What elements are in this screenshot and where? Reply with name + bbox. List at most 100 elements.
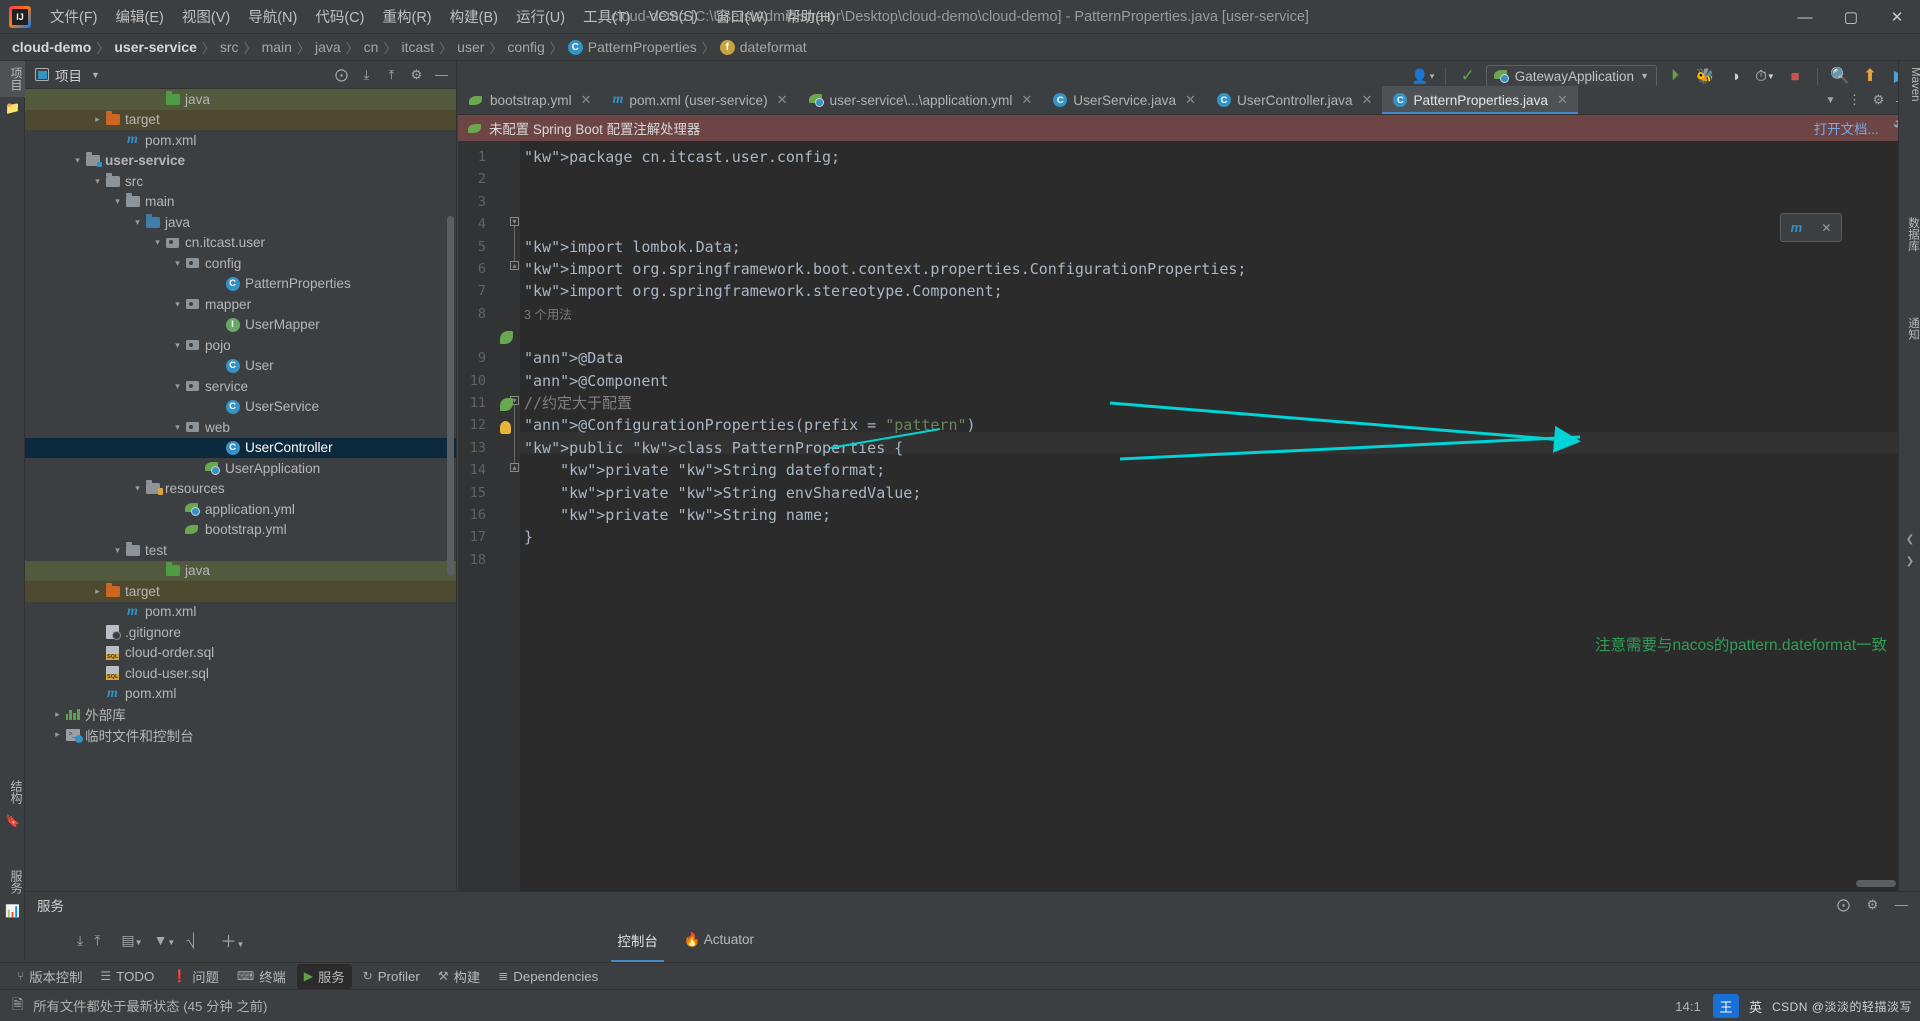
code-line-11[interactable]: //约定大于配置 bbox=[524, 392, 632, 414]
maximize-button[interactable]: ▢ bbox=[1828, 0, 1874, 34]
tree-node-usermapper[interactable]: I UserMapper bbox=[25, 315, 456, 336]
tool-window-notifications[interactable]: 通知 bbox=[1899, 311, 1920, 346]
tree-node-cloud-user-sql[interactable]: cloud-user.sql bbox=[25, 663, 456, 684]
usage-inlay-hint[interactable]: 3 个用法 bbox=[524, 304, 572, 326]
code-line-13[interactable]: "kw">public "kw">class PatternProperties… bbox=[524, 437, 903, 459]
code-line-10[interactable]: "ann">@Component bbox=[524, 370, 669, 392]
tree-node-usercontroller[interactable]: C UserController bbox=[25, 437, 456, 458]
tool-button-version-control[interactable]: ⑂ 版本控制 bbox=[10, 964, 89, 989]
stop-icon[interactable]: ■ bbox=[1783, 65, 1807, 87]
chevron-down-icon[interactable]: ▾ bbox=[91, 176, 104, 187]
menu-view[interactable]: 视图(V) bbox=[173, 2, 239, 31]
editor-tab-userservice-java[interactable]: C UserService.java ✕ bbox=[1042, 86, 1206, 114]
menu-window[interactable]: 窗口(W) bbox=[707, 2, 777, 31]
breadcrumb-item-user-service[interactable]: user-service bbox=[114, 39, 197, 55]
run-configuration-selector[interactable]: GatewayApplication ▼ bbox=[1485, 64, 1657, 88]
menu-build[interactable]: 构建(B) bbox=[441, 2, 507, 31]
tree-node-pom-xml[interactable]: m pom.xml bbox=[25, 684, 456, 705]
tool-window-database[interactable]: 数据库 bbox=[1899, 211, 1920, 258]
code-line-6[interactable]: "kw">import org.springframework.boot.con… bbox=[524, 258, 1246, 280]
chevron-down-icon[interactable]: ▾ bbox=[171, 422, 184, 433]
chevron-down-icon[interactable]: ▾ bbox=[151, 237, 164, 248]
tree-node-cn-itcast-user[interactable]: ▾ cn.itcast.user bbox=[25, 233, 456, 254]
profiler-icon[interactable]: ⏱ ▼ bbox=[1753, 65, 1777, 87]
update-project-icon[interactable]: ⬆ bbox=[1858, 65, 1882, 87]
tree-node-cloud-order-sql[interactable]: cloud-order.sql bbox=[25, 643, 456, 664]
chevron-down-icon[interactable]: ▾ bbox=[131, 217, 144, 228]
chevron-down-icon[interactable]: ▾ bbox=[171, 258, 184, 269]
chevron-down-icon[interactable]: ▼ bbox=[1822, 95, 1839, 106]
menu-file[interactable]: 文件(F) bbox=[41, 2, 107, 31]
menu-refactor[interactable]: 重构(R) bbox=[373, 2, 440, 31]
maven-hint-icon[interactable]: m bbox=[1791, 220, 1803, 235]
tree-node-target[interactable]: ▸ target bbox=[25, 581, 456, 602]
chevron-down-icon[interactable]: ▾ bbox=[111, 545, 124, 556]
chevron-right-icon[interactable]: ▸ bbox=[91, 586, 104, 597]
tree-node-userapplication[interactable]: UserApplication bbox=[25, 458, 456, 479]
menu-code[interactable]: 代码(C) bbox=[306, 2, 373, 31]
caret-position[interactable]: 14:1 bbox=[1675, 999, 1701, 1014]
chevron-down-icon[interactable]: ▼ bbox=[91, 70, 100, 80]
fold-marker-imports[interactable]: ▾ bbox=[510, 217, 519, 226]
tool-window-services-strip[interactable]: 服务 bbox=[0, 864, 25, 900]
code-line-1[interactable]: "kw">package cn.itcast.user.config; bbox=[524, 146, 840, 168]
tree-node-user-service[interactable]: ▾ user-service bbox=[25, 151, 456, 172]
menu-vcs[interactable]: VCS(S) bbox=[640, 5, 707, 29]
ime-language[interactable]: 英 bbox=[1744, 994, 1766, 1018]
collapse-all-icon[interactable]: ⤒ bbox=[94, 932, 100, 949]
fold-marker-class-end[interactable]: ▴ bbox=[510, 463, 519, 472]
minimize-button[interactable]: — bbox=[1782, 0, 1828, 34]
editor-tab-patternproperties-java[interactable]: C PatternProperties.java ✕ bbox=[1382, 86, 1579, 114]
tree-node-java[interactable]: java bbox=[25, 560, 456, 581]
fold-marker-imports-end[interactable]: ▴ bbox=[510, 261, 519, 270]
code-line-15[interactable]: "kw">private "kw">String envSharedValue; bbox=[524, 482, 921, 504]
close-icon[interactable]: ✕ bbox=[581, 92, 592, 108]
menu-help[interactable]: 帮助(H) bbox=[777, 2, 844, 31]
chevron-down-icon[interactable]: ▾ bbox=[171, 381, 184, 392]
tool-window-structure[interactable]: 结构 bbox=[0, 774, 25, 810]
tree-node-pojo[interactable]: ▾ pojo bbox=[25, 335, 456, 356]
tool-button-todo[interactable]: ☰ TODO bbox=[93, 966, 161, 987]
code-line-14[interactable]: "kw">private "kw">String dateformat; bbox=[524, 459, 885, 481]
chevron-down-icon[interactable]: ▾ bbox=[71, 155, 84, 166]
breadcrumb-item-dateformat[interactable]: f dateformat bbox=[719, 39, 807, 55]
editor-tab-user-service-----application-yml[interactable]: user-service\...\application.yml ✕ bbox=[798, 86, 1043, 114]
tree-node-patternproperties[interactable]: C PatternProperties bbox=[25, 274, 456, 295]
close-icon[interactable]: ✕ bbox=[1362, 92, 1373, 108]
services-tab-console[interactable]: 控制台 bbox=[611, 927, 664, 962]
locate-file-icon[interactable]: ⨀ bbox=[333, 67, 350, 83]
chevron-right-icon[interactable]: ▸ bbox=[91, 114, 104, 125]
tree-node-java[interactable]: ▾ java bbox=[25, 212, 456, 233]
tool-button-build[interactable]: ⚒ 构建 bbox=[431, 964, 487, 989]
breadcrumb-item-cloud-demo[interactable]: cloud-demo bbox=[12, 39, 91, 55]
chevron-right-icon[interactable]: ❯ bbox=[1899, 551, 1920, 571]
spring-bean-gutter-icon[interactable] bbox=[500, 330, 516, 347]
close-button[interactable]: ✕ bbox=[1874, 0, 1920, 34]
tree-node-user[interactable]: C User bbox=[25, 356, 456, 377]
tool-button-services[interactable]: ▶ 服务 bbox=[296, 963, 352, 989]
add-service-icon[interactable]: ＋▼ bbox=[220, 928, 244, 952]
tree-node-pom-xml[interactable]: m pom.xml bbox=[25, 130, 456, 151]
debug-icon[interactable]: 🐝 bbox=[1693, 65, 1717, 87]
editor-tab-pom-xml--user-service-[interactable]: m pom.xml (user-service) ✕ bbox=[602, 86, 798, 114]
chevron-left-icon[interactable]: ❮ bbox=[1899, 529, 1920, 549]
tree-node-service[interactable]: ▾ service bbox=[25, 376, 456, 397]
expand-all-icon[interactable]: ⤓ bbox=[358, 67, 375, 83]
tool-button-profiler[interactable]: ↻ Profiler bbox=[356, 966, 427, 987]
filter-icon[interactable]: ▼▼ bbox=[154, 932, 176, 948]
editor-tab-usercontroller-java[interactable]: C UserController.java ✕ bbox=[1206, 86, 1383, 114]
chevron-down-icon[interactable]: ▾ bbox=[171, 340, 184, 351]
tool-button-terminal[interactable]: ⌨ 终端 bbox=[230, 964, 293, 989]
tree-node-外部库[interactable]: ▸ 外部库 bbox=[25, 704, 456, 725]
tree-node-test[interactable]: ▾ test bbox=[25, 540, 456, 561]
inline-hint-widget[interactable]: m ✕ bbox=[1780, 213, 1842, 242]
breadcrumb-item-src[interactable]: src bbox=[220, 39, 239, 55]
breadcrumb-item-cn[interactable]: cn bbox=[364, 39, 379, 55]
tool-window-project[interactable]: 项目 bbox=[0, 61, 25, 97]
settings-gear-icon[interactable]: ⚙ bbox=[1870, 92, 1887, 108]
user-settings-icon[interactable]: 👤 ▾ bbox=[1411, 65, 1435, 87]
collapse-all-icon[interactable]: ⤒ bbox=[383, 67, 400, 83]
tree-node-bootstrap-yml[interactable]: bootstrap.yml bbox=[25, 520, 456, 541]
editor-gutter[interactable]: 1 2 3 4 5 6 7 8 9 10 11 12 13 14 15 16 17 18 ▾ ▴ ▾ ▴ bbox=[458, 141, 520, 891]
tree-node-mapper[interactable]: ▾ mapper bbox=[25, 294, 456, 315]
